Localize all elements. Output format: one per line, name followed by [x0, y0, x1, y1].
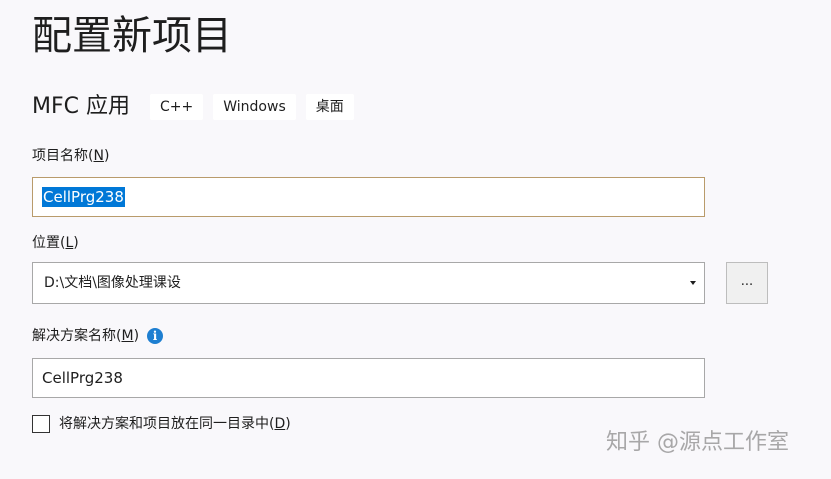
configure-project-page: 配置新项目 MFC 应用 C++ Windows 桌面 项目名称(N) Cell… [0, 0, 831, 479]
location-hotkey: L [65, 235, 74, 251]
same-directory-checkbox[interactable] [32, 415, 50, 433]
solution-name-value: CellPrg238 [42, 369, 123, 387]
watermark: 知乎 @源点工作室 [606, 430, 789, 455]
tag-platform: Windows [213, 94, 296, 120]
chevron-down-icon[interactable] [690, 281, 696, 285]
info-icon[interactable]: i [147, 328, 164, 344]
project-name-value: CellPrg238 [42, 187, 125, 207]
browse-button[interactable]: ... [726, 262, 768, 304]
tag-project-type: 桌面 [305, 94, 354, 120]
template-name: MFC 应用 [32, 94, 130, 119]
project-name-hotkey: N [93, 148, 104, 164]
location-value: D:\文档\图像处理课设 [44, 275, 181, 291]
project-name-label: 项目名称(N) [32, 148, 110, 164]
location-label: 位置(L) [32, 235, 79, 251]
solution-name-label: 解决方案名称(M) i [32, 327, 164, 345]
same-directory-option[interactable]: 将解决方案和项目放在同一目录中(D) [32, 414, 291, 434]
solution-name-input[interactable]: CellPrg238 [32, 358, 705, 398]
same-directory-label: 将解决方案和项目放在同一目录中(D) [59, 416, 291, 432]
project-name-input[interactable]: CellPrg238 [32, 177, 705, 217]
location-dropdown[interactable]: D:\文档\图像处理课设 [32, 262, 705, 304]
page-title: 配置新项目 [32, 13, 232, 59]
template-info: MFC 应用 C++ Windows 桌面 [32, 92, 364, 122]
tag-language: C++ [150, 94, 204, 120]
solution-name-hotkey: M [121, 328, 134, 344]
